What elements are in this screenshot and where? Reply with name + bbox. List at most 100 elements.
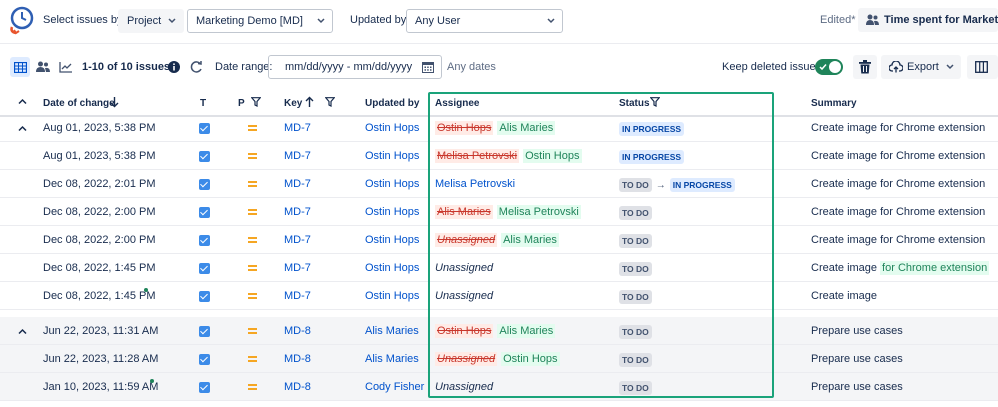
- keep-deleted-label: Keep deleted issues: [722, 61, 822, 73]
- assignee-new: Melisa Petrovski: [496, 205, 581, 219]
- assignee-name: Unassigned: [435, 262, 494, 274]
- status-lozenge: TO DO: [619, 290, 652, 304]
- columns-button[interactable]: [967, 55, 998, 79]
- issue-key-link[interactable]: MD-8: [284, 353, 311, 365]
- summary-change: Create image for Chrome extension: [811, 261, 990, 275]
- assignee-old: Ostin Hops: [435, 121, 494, 135]
- assignee-old: Alis Maries: [435, 205, 493, 219]
- keep-deleted-toggle[interactable]: [815, 59, 843, 75]
- export-button[interactable]: Export: [881, 55, 961, 79]
- table-view-button[interactable]: [10, 57, 30, 77]
- updated-by-link[interactable]: Ostin Hops: [365, 122, 419, 134]
- updated-by-link[interactable]: Alis Maries: [365, 325, 419, 337]
- column-header-assignee[interactable]: Assignee: [435, 98, 479, 109]
- column-header-type[interactable]: T: [200, 98, 206, 109]
- updated-by-link[interactable]: Ostin Hops: [365, 150, 419, 162]
- collapse-group-icon[interactable]: [18, 328, 27, 335]
- updated-by-link[interactable]: Cody Fisher: [365, 381, 424, 393]
- issue-key-link[interactable]: MD-7: [284, 290, 311, 302]
- issue-key-link[interactable]: MD-7: [284, 206, 311, 218]
- change-date: Jun 22, 2023, 11:28 AM: [43, 353, 159, 365]
- filter-icon[interactable]: [650, 97, 660, 107]
- table-row: Dec 08, 2022, 1:45 PM MD-7 Ostin Hops Un…: [0, 254, 998, 282]
- table-row: Jun 22, 2023, 11:28 AM MD-8 Alis Maries …: [0, 345, 998, 373]
- issue-key-link[interactable]: MD-7: [284, 262, 311, 274]
- delete-button[interactable]: [853, 55, 877, 79]
- status-cell: TO DO → IN PROGRESS: [619, 178, 735, 192]
- issue-key-link[interactable]: MD-8: [284, 325, 311, 337]
- select-by-value: Project: [127, 15, 162, 27]
- column-header-summary[interactable]: Summary: [811, 98, 857, 109]
- updated-by-dropdown[interactable]: Any User: [406, 9, 563, 33]
- project-dropdown[interactable]: Marketing Demo [MD]: [187, 9, 333, 33]
- issue-key-link[interactable]: MD-7: [284, 178, 311, 190]
- task-type-icon: [199, 151, 210, 162]
- updated-by-link[interactable]: Ostin Hops: [365, 206, 419, 218]
- summary-text: Create image for Chrome extension: [811, 122, 986, 134]
- table-row: Aug 01, 2023, 5:38 PM MD-7 Ostin Hops Os…: [0, 114, 998, 142]
- updated-by-link[interactable]: Ostin Hops: [365, 262, 419, 274]
- history-clock-logo-icon: [10, 6, 34, 35]
- assignee-change: Ostin Hops Alis Maries: [435, 324, 556, 338]
- issue-key-link[interactable]: MD-8: [284, 381, 311, 393]
- summary-text: Prepare use cases: [811, 381, 903, 393]
- users-view-button[interactable]: [33, 57, 53, 77]
- filter-icon[interactable]: [251, 97, 261, 107]
- refresh-icon[interactable]: [190, 60, 203, 74]
- priority-medium-icon: [248, 293, 257, 299]
- summary-text: Create image for Chrome extension: [811, 178, 986, 190]
- time-spent-label: Time spent for Market...: [884, 14, 998, 26]
- status-cell: TO DO: [619, 353, 652, 367]
- select-by-dropdown[interactable]: Project: [118, 9, 184, 33]
- updated-by-link[interactable]: Ostin Hops: [365, 234, 419, 246]
- change-date: Jan 10, 2023, 11:59 AM: [43, 381, 159, 393]
- check-icon: [819, 64, 827, 71]
- task-type-icon: [199, 291, 210, 302]
- chart-view-button[interactable]: [56, 57, 76, 77]
- table-row: Dec 08, 2022, 2:00 PM MD-7 Ostin Hops Un…: [0, 226, 998, 254]
- assignee-name: Melisa Petrovski: [435, 178, 516, 190]
- assignee-change: Ostin Hops Alis Maries: [435, 121, 556, 135]
- assignee-new: Alis Maries: [501, 233, 559, 247]
- assignee-old: Ostin Hops: [435, 324, 494, 338]
- arrow-right-icon: →: [655, 180, 666, 191]
- table-row: Aug 01, 2023, 5:38 PM MD-7 Ostin Hops Me…: [0, 142, 998, 170]
- collapse-group-icon[interactable]: [18, 125, 27, 132]
- status-cell: TO DO: [619, 234, 652, 248]
- updated-by-link[interactable]: Ostin Hops: [365, 290, 419, 302]
- table-row: Dec 08, 2022, 2:00 PM MD-7 Ostin Hops Al…: [0, 198, 998, 226]
- info-icon[interactable]: [168, 61, 180, 73]
- time-spent-button[interactable]: Time spent for Market...: [858, 8, 998, 32]
- assignee-old: Unassigned: [435, 352, 498, 366]
- column-header-key[interactable]: Key: [284, 98, 302, 109]
- filter-icon[interactable]: [325, 97, 335, 107]
- date-range-input[interactable]: mm/dd/yyyy - mm/dd/yyyy: [268, 55, 442, 79]
- sort-descending-icon[interactable]: [110, 96, 119, 108]
- issue-key-link[interactable]: MD-7: [284, 234, 311, 246]
- date-range-placeholder: mm/dd/yyyy - mm/dd/yyyy: [285, 61, 413, 73]
- status-cell: IN PROGRESS: [619, 150, 685, 164]
- updated-by-link[interactable]: Ostin Hops: [365, 178, 419, 190]
- column-header-updated-by[interactable]: Updated by: [365, 98, 419, 109]
- change-date: Dec 08, 2022, 2:01 PM: [43, 178, 156, 190]
- collapse-all-icon[interactable]: [18, 98, 27, 105]
- issue-key-link[interactable]: MD-7: [284, 122, 311, 134]
- chevron-down-icon: [168, 18, 176, 24]
- table-icon: [13, 61, 27, 73]
- status-lozenge: IN PROGRESS: [619, 122, 685, 136]
- assignee-change: Melisa Petrovski Ostin Hops: [435, 149, 582, 163]
- task-type-icon: [199, 179, 210, 190]
- column-header-date[interactable]: Date of change: [43, 98, 115, 109]
- issue-key-link[interactable]: MD-7: [284, 150, 311, 162]
- column-header-status[interactable]: Status: [619, 98, 650, 109]
- column-header-priority[interactable]: P: [238, 98, 245, 109]
- priority-medium-icon: [248, 384, 257, 390]
- calendar-icon: [422, 62, 434, 73]
- status-cell: TO DO: [619, 206, 652, 220]
- task-type-icon: [199, 235, 210, 246]
- status-cell: TO DO: [619, 262, 652, 276]
- updated-by-link[interactable]: Alis Maries: [365, 353, 419, 365]
- toolbar: 1-10 of 10 issues Date range: mm/dd/yyyy…: [0, 52, 998, 82]
- sort-ascending-icon[interactable]: [305, 96, 314, 108]
- change-date: Dec 08, 2022, 1:45 PM: [43, 290, 156, 302]
